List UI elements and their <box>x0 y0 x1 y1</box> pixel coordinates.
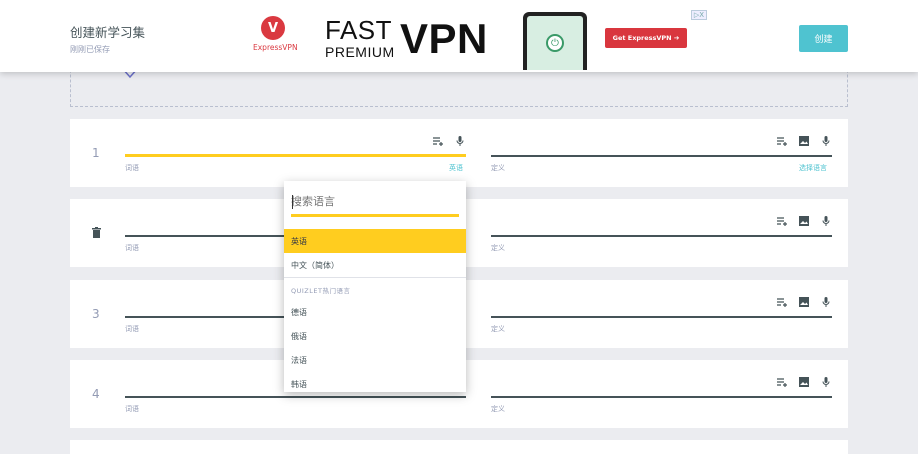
card-number: 4 <box>92 387 100 401</box>
ad-headline-premium: PREMIUM <box>325 44 395 60</box>
language-option[interactable]: 法语 <box>284 348 466 372</box>
image-icon[interactable] <box>798 376 810 388</box>
definition-input[interactable] <box>491 396 832 398</box>
popular-languages-heading: QUIZLET热门语言 <box>291 287 351 295</box>
create-button[interactable]: 创建 <box>799 25 848 52</box>
ad-headline-fast: FAST <box>325 15 393 45</box>
trash-icon[interactable] <box>92 227 101 238</box>
term-input[interactable] <box>125 396 466 398</box>
term-card-5 <box>70 440 848 454</box>
language-option[interactable]: 韩语 <box>284 372 466 392</box>
add-list-icon[interactable] <box>776 296 788 308</box>
save-status: 刚刚已保存 <box>70 45 110 54</box>
image-icon[interactable] <box>798 296 810 308</box>
image-icon[interactable] <box>798 215 810 227</box>
term-label: 词语 <box>125 405 139 413</box>
divider <box>284 277 466 278</box>
definition-input[interactable] <box>491 316 832 318</box>
microphone-icon[interactable] <box>820 215 832 227</box>
microphone-icon[interactable] <box>454 135 466 147</box>
language-option[interactable]: 德语 <box>284 300 466 324</box>
power-icon: ⏻ <box>546 34 564 52</box>
expressvpn-logo: V ExpressVPN <box>253 16 298 52</box>
page-title: 创建新学习集 <box>70 25 146 40</box>
microphone-icon[interactable] <box>820 296 832 308</box>
microphone-icon[interactable] <box>820 376 832 388</box>
term-card-1: 1 词语 英语 定义 选择语言 <box>70 119 848 187</box>
add-list-icon[interactable] <box>776 215 788 227</box>
term-label: 词语 <box>125 164 139 172</box>
term-language-link[interactable]: 英语 <box>449 163 463 173</box>
add-list-icon[interactable] <box>776 376 788 388</box>
term-input[interactable] <box>125 154 466 157</box>
microphone-icon[interactable] <box>820 135 832 147</box>
definition-label: 定义 <box>491 405 505 413</box>
add-list-icon[interactable] <box>432 135 444 147</box>
add-list-icon[interactable] <box>776 135 788 147</box>
top-header: 创建新学习集 刚刚已保存 ▷X V ExpressVPN FAST PREMIU… <box>0 0 918 72</box>
language-option[interactable]: 英语 <box>284 229 466 253</box>
expressvpn-brand-name: ExpressVPN <box>253 43 298 52</box>
image-icon[interactable] <box>798 135 810 147</box>
language-dropdown: 英语 中文（简体） QUIZLET热门语言 德语 俄语 法语 韩语 <box>284 181 466 392</box>
language-search-input[interactable] <box>291 195 459 217</box>
choose-language-link[interactable]: 选择语言 <box>799 163 827 173</box>
term-label: 词语 <box>125 325 139 333</box>
ad-cta-button[interactable]: Get ExpressVPN ➔ <box>605 28 687 48</box>
definition-label: 定义 <box>491 325 505 333</box>
text-caret <box>292 195 293 209</box>
card-number: 1 <box>92 146 100 160</box>
ad-close-icon[interactable]: ▷X <box>690 10 707 20</box>
term-label: 词语 <box>125 244 139 252</box>
language-option[interactable]: 中文（简体） <box>284 253 466 277</box>
definition-label: 定义 <box>491 164 505 172</box>
ad-banner[interactable]: ▷X V ExpressVPN FAST PREMIUM VPN ⏻ Get E… <box>245 6 715 70</box>
definition-input[interactable] <box>491 235 832 237</box>
ad-headline-vpn: VPN <box>400 15 488 62</box>
ad-phone-image: ⏻ <box>523 12 587 70</box>
definition-label: 定义 <box>491 244 505 252</box>
language-option[interactable]: 俄语 <box>284 324 466 348</box>
definition-input[interactable] <box>491 155 832 157</box>
expressvpn-logo-mark: V <box>261 16 285 40</box>
card-number: 3 <box>92 307 100 321</box>
